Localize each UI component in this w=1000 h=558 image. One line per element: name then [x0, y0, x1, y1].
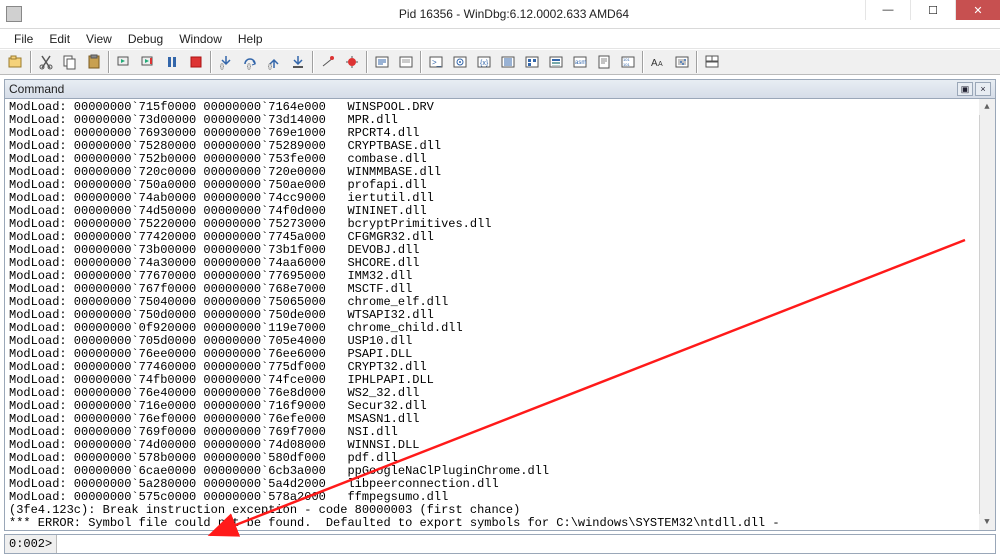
toolbar-separator: [108, 51, 110, 73]
workspace: Command ▣ × ModLoad: 00000000`715f0000 0…: [0, 75, 1000, 558]
source-mode-off-icon[interactable]: [395, 51, 417, 73]
options-icon[interactable]: [671, 51, 693, 73]
source-mode-icon[interactable]: [371, 51, 393, 73]
window-controls: — ☐ ✕: [865, 0, 1000, 28]
console-output[interactable]: ModLoad: 00000000`715f0000 00000000`7164…: [4, 99, 996, 531]
svg-text:{}: {}: [268, 64, 272, 70]
menu-file[interactable]: File: [6, 30, 41, 48]
svg-text:{}: {}: [220, 64, 224, 70]
console-line: ntdll!DbgBreakPoint:: [9, 530, 991, 531]
copy-icon[interactable]: [59, 51, 81, 73]
menu-edit[interactable]: Edit: [41, 30, 78, 48]
svg-text:{x}: {x}: [480, 60, 489, 67]
command-input[interactable]: [57, 535, 995, 553]
svg-text:{}: {}: [247, 64, 251, 70]
step-into-icon[interactable]: {}: [215, 51, 237, 73]
toolbar-separator: [420, 51, 422, 73]
run-to-cursor-icon[interactable]: [287, 51, 309, 73]
locals-window-icon[interactable]: {x}: [473, 51, 495, 73]
watch-window-icon[interactable]: [449, 51, 471, 73]
svg-text:A: A: [658, 61, 663, 68]
callstack-window-icon[interactable]: [545, 51, 567, 73]
menu-view[interactable]: View: [78, 30, 120, 48]
scroll-down-icon[interactable]: ▼: [979, 514, 995, 530]
restart-icon[interactable]: [137, 51, 159, 73]
menu-help[interactable]: Help: [230, 30, 271, 48]
cut-icon[interactable]: [35, 51, 57, 73]
maximize-button[interactable]: ☐: [910, 0, 955, 20]
step-over-icon[interactable]: {}: [239, 51, 261, 73]
command-panel: Command ▣ × ModLoad: 00000000`715f0000 0…: [4, 79, 996, 531]
toolbar-separator: [30, 51, 32, 73]
breakpoint-cmd-icon[interactable]: [341, 51, 363, 73]
command-window-icon[interactable]: >_: [425, 51, 447, 73]
panel-title: Command: [9, 82, 64, 96]
registers-window-icon[interactable]: [497, 51, 519, 73]
breakpoint-insert-icon[interactable]: [317, 51, 339, 73]
scrollbar-track[interactable]: [979, 99, 995, 530]
svg-text:>_: >_: [432, 58, 442, 67]
paste-icon[interactable]: [83, 51, 105, 73]
command-panel-header[interactable]: Command ▣ ×: [4, 79, 996, 99]
menu-debug[interactable]: Debug: [120, 30, 171, 48]
minimize-button[interactable]: —: [865, 0, 910, 20]
step-out-icon[interactable]: {}: [263, 51, 285, 73]
memory-window-icon[interactable]: [521, 51, 543, 73]
disassembly-window-icon[interactable]: asm: [569, 51, 591, 73]
menu-bar: File Edit View Debug Window Help: [0, 29, 1000, 49]
menu-window[interactable]: Window: [171, 30, 230, 48]
scratchpad-window-icon[interactable]: [593, 51, 615, 73]
svg-text:101: 101: [623, 62, 630, 67]
toolbar-separator: [366, 51, 368, 73]
stop-icon[interactable]: [185, 51, 207, 73]
close-button[interactable]: ✕: [955, 0, 1000, 20]
svg-text:A: A: [651, 58, 658, 69]
prompt-label: 0:002>: [5, 535, 57, 553]
processes-window-icon[interactable]: 101101: [617, 51, 639, 73]
toolbar-separator: [210, 51, 212, 73]
toolbar-separator: [312, 51, 314, 73]
go-icon[interactable]: [113, 51, 135, 73]
font-icon[interactable]: AA: [647, 51, 669, 73]
toolbar-separator: [642, 51, 644, 73]
toolbar: {} {} {} >_ {x} asm 101101 AA: [0, 49, 1000, 75]
window-title: Pid 16356 - WinDbg:6.12.0002.633 AMD64: [28, 7, 1000, 21]
command-prompt-bar: 0:002>: [4, 534, 996, 554]
app-icon: [6, 6, 22, 22]
toolbar-separator: [696, 51, 698, 73]
panel-dock-icon[interactable]: ▣: [957, 82, 973, 96]
break-icon[interactable]: [161, 51, 183, 73]
panel-close-icon[interactable]: ×: [975, 82, 991, 96]
scroll-up-icon[interactable]: ▲: [979, 99, 995, 115]
open-icon[interactable]: [5, 51, 27, 73]
title-bar: Pid 16356 - WinDbg:6.12.0002.633 AMD64 —…: [0, 0, 1000, 29]
svg-text:asm: asm: [575, 60, 586, 66]
console-line: *** ERROR: Symbol file could not be foun…: [9, 517, 991, 530]
window-arrange-icon[interactable]: [701, 51, 723, 73]
